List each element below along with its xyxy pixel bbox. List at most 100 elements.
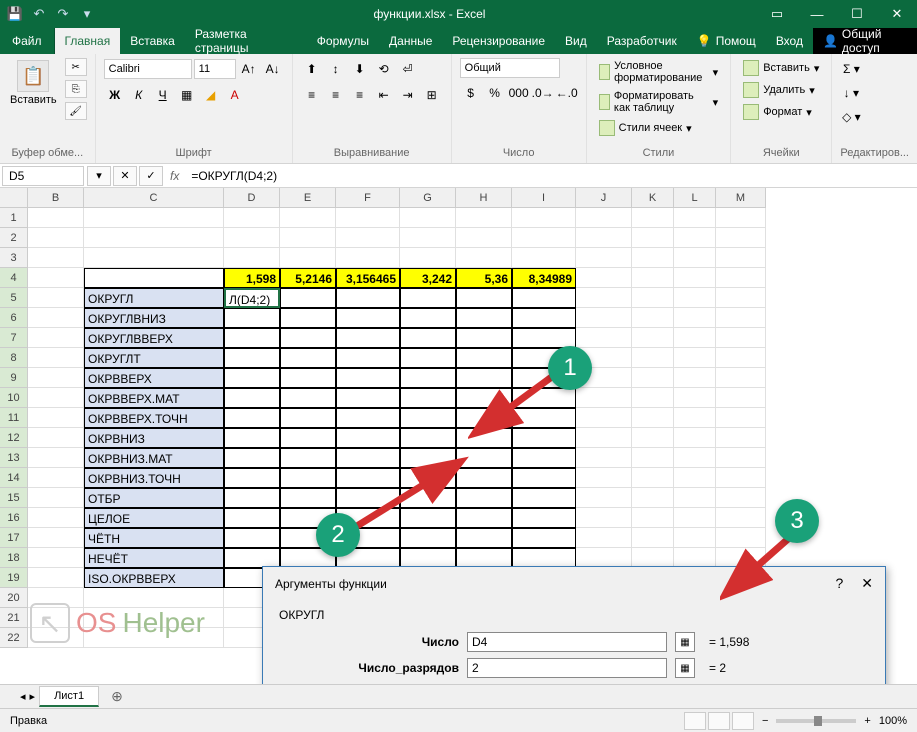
cell[interactable] [512,328,576,348]
cell[interactable] [400,348,456,368]
cell[interactable] [224,228,280,248]
zoom-slider[interactable] [776,719,856,723]
col-header[interactable]: M [716,188,766,208]
cell[interactable] [400,288,456,308]
cell[interactable] [716,388,766,408]
cell[interactable] [512,468,576,488]
cell[interactable] [456,228,512,248]
sheet-tab-active[interactable]: Лист1 [39,686,99,707]
cell[interactable] [674,308,716,328]
formula-bar[interactable]: =ОКРУГЛ(D4;2) [185,167,917,185]
cell[interactable] [400,368,456,388]
cell[interactable] [28,308,84,328]
cell[interactable] [336,208,400,228]
cell[interactable] [632,328,674,348]
cell[interactable] [632,368,674,388]
conditional-formatting-button[interactable]: Условное форматирование ▾ [595,58,723,86]
increase-font-icon[interactable]: A↑ [238,58,260,80]
cell[interactable] [512,448,576,468]
cell[interactable] [336,348,400,368]
name-box[interactable] [2,166,84,186]
col-header[interactable]: B [28,188,84,208]
cell[interactable] [28,208,84,228]
cell[interactable] [28,248,84,268]
cell[interactable] [512,288,576,308]
cell[interactable] [674,548,716,568]
row-header[interactable]: 8 [0,348,28,368]
cell[interactable]: 5,36 [456,268,512,288]
cell[interactable] [400,428,456,448]
help-button[interactable]: 💡Помощ [687,28,766,54]
cell[interactable] [632,548,674,568]
cell[interactable] [400,388,456,408]
col-header[interactable]: E [280,188,336,208]
col-header[interactable]: J [576,188,632,208]
cell[interactable] [576,208,632,228]
delete-cells-button[interactable]: Удалить ▾ [739,80,819,100]
dropdown-icon[interactable]: ▾ [87,166,111,186]
cell[interactable] [512,528,576,548]
currency-icon[interactable]: $ [460,82,482,104]
cell[interactable] [28,428,84,448]
cell[interactable]: ЦЕЛОЕ [84,508,224,528]
view-normal-icon[interactable] [684,712,706,730]
decrease-indent-icon[interactable]: ⇤ [373,84,395,106]
cell[interactable] [28,448,84,468]
undo-icon[interactable]: ↶ [28,3,50,25]
percent-icon[interactable]: % [484,82,506,104]
cell[interactable] [576,308,632,328]
cell[interactable] [716,248,766,268]
cell[interactable] [716,448,766,468]
cell[interactable] [456,348,512,368]
cell[interactable] [674,488,716,508]
cell[interactable] [28,468,84,488]
cell[interactable] [674,268,716,288]
cell[interactable] [280,468,336,488]
italic-button[interactable]: К [128,84,150,106]
cell[interactable] [28,388,84,408]
cell[interactable]: ОКРВНИЗ.МАТ [84,448,224,468]
align-center-icon[interactable]: ≡ [325,84,347,106]
cell[interactable] [716,428,766,448]
view-page-layout-icon[interactable] [708,712,730,730]
cell[interactable] [716,348,766,368]
cell[interactable] [336,428,400,448]
row-header[interactable]: 2 [0,228,28,248]
row-header[interactable]: 3 [0,248,28,268]
dialog-help-icon[interactable]: ? [835,575,843,592]
tab-formulas[interactable]: Формулы [307,28,379,54]
dialog-close-icon[interactable]: ✕ [861,575,873,592]
cell[interactable] [336,408,400,428]
cell[interactable] [512,508,576,528]
cell[interactable] [512,548,576,568]
row-header[interactable]: 7 [0,328,28,348]
cell[interactable] [576,528,632,548]
cell[interactable] [224,208,280,228]
cell[interactable] [576,468,632,488]
paste-button[interactable]: 📋 Вставить [8,58,59,108]
sheet-nav-last-icon[interactable]: ▸ [30,690,36,703]
cell[interactable]: ISO.ОКРВВЕРХ [84,568,224,588]
underline-button[interactable]: Ч [152,84,174,106]
cell[interactable] [576,428,632,448]
file-tab[interactable]: Файл [0,28,55,54]
cell[interactable] [512,228,576,248]
cell[interactable]: НЕЧЁТ [84,548,224,568]
cell[interactable] [224,428,280,448]
row-header[interactable]: 13 [0,448,28,468]
cell[interactable] [336,388,400,408]
number-format-select[interactable] [460,58,560,78]
cell[interactable] [674,288,716,308]
cell[interactable] [400,548,456,568]
cell-styles-button[interactable]: Стили ячеек ▾ [595,118,696,138]
cell[interactable] [280,308,336,328]
cell[interactable] [400,248,456,268]
row-header[interactable]: 6 [0,308,28,328]
row-header[interactable]: 4 [0,268,28,288]
row-header[interactable]: 15 [0,488,28,508]
cell[interactable] [674,468,716,488]
cell[interactable] [716,408,766,428]
cell[interactable] [576,388,632,408]
col-header[interactable]: H [456,188,512,208]
cell[interactable] [512,248,576,268]
